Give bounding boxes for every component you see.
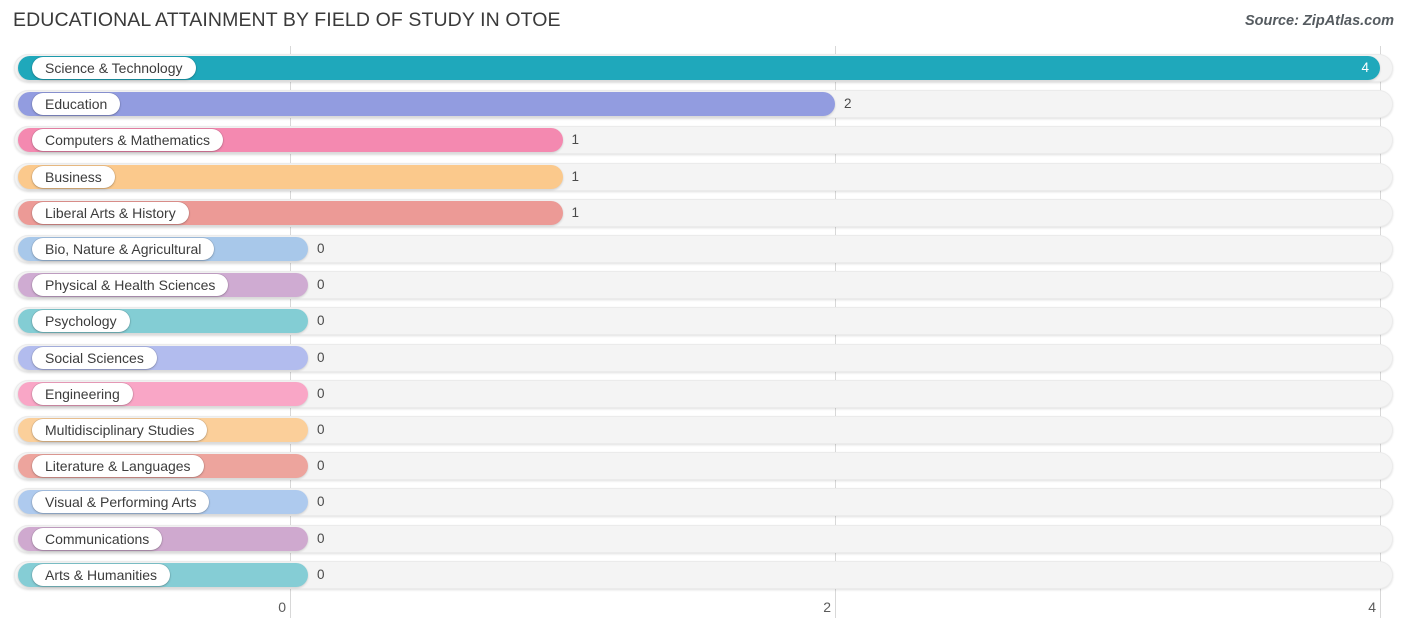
category-label: Arts & Humanities: [32, 563, 171, 586]
bar-row[interactable]: 0 Visual & Performing Arts: [14, 488, 1393, 517]
category-label: Visual & Performing Arts: [32, 491, 210, 514]
bar-value-label: 0: [317, 422, 325, 437]
axis-tick-mark: [835, 596, 836, 618]
bar-row[interactable]: 0 Physical & Health Sciences: [14, 271, 1393, 300]
chart-plot-area: 4 Science & Technology 2 Education 1 Computer…: [0, 46, 1406, 596]
bar-row[interactable]: 0 Psychology: [14, 307, 1393, 336]
chart-header: EDUCATIONAL ATTAINMENT BY FIELD OF STUDY…: [0, 0, 1406, 46]
category-label: Science & Technology: [32, 57, 196, 79]
axis-tick-label: 2: [823, 599, 831, 615]
bar-value-label: 0: [317, 277, 325, 293]
category-label: Liberal Arts & History: [32, 201, 189, 224]
axis-tick-mark: [1380, 596, 1381, 618]
bar-value-label: 0: [317, 349, 325, 365]
category-label: Education: [32, 93, 121, 116]
category-label: Social Sciences: [32, 346, 157, 369]
bar-value-label: 1: [571, 132, 580, 148]
category-label: Literature & Languages: [32, 455, 204, 478]
bar-value-label: 0: [317, 494, 325, 510]
x-axis: 0 2 4: [0, 596, 1406, 631]
category-label: Computers & Mathematics: [32, 129, 223, 152]
category-label: Multidisciplinary Studies: [32, 419, 208, 441]
bar-row[interactable]: 1 Business: [14, 162, 1393, 191]
bar-row[interactable]: 0 Arts & Humanities: [14, 560, 1393, 589]
bar-value-label: 0: [317, 385, 325, 401]
bar-value-label: 0: [317, 566, 325, 582]
bar-row[interactable]: 0 Bio, Nature & Agricultural: [14, 235, 1393, 263]
bar-value-label: 0: [317, 313, 325, 329]
category-label: Psychology: [32, 310, 130, 333]
axis-tick-label: 0: [278, 599, 286, 615]
bar: [18, 92, 835, 117]
bar: 4: [18, 56, 1380, 80]
bar-value-label: 1: [571, 168, 580, 184]
bar-row[interactable]: 0 Literature & Languages: [14, 452, 1393, 481]
bar-row[interactable]: 2 Education: [14, 90, 1393, 119]
category-label: Business: [32, 165, 115, 188]
bar-row[interactable]: 0 Multidisciplinary Studies: [14, 416, 1393, 444]
page-title: EDUCATIONAL ATTAINMENT BY FIELD OF STUDY…: [13, 9, 561, 31]
bar-row[interactable]: 0 Social Sciences: [14, 343, 1393, 372]
bar-row[interactable]: 4 Science & Technology: [14, 54, 1393, 82]
bar-row[interactable]: 0 Engineering: [14, 379, 1393, 408]
category-label: Physical & Health Sciences: [32, 274, 229, 297]
category-label: Bio, Nature & Agricultural: [32, 238, 215, 260]
axis-tick-label: 4: [1368, 599, 1376, 615]
category-label: Engineering: [32, 382, 133, 405]
bar-value-label: 0: [317, 241, 325, 256]
source-attribution: Source: ZipAtlas.com: [1244, 13, 1394, 29]
bar-value-label: 1: [571, 204, 580, 220]
axis-tick-mark: [290, 596, 291, 618]
bar-row[interactable]: 0 Communications: [14, 524, 1393, 553]
category-label: Communications: [32, 527, 163, 550]
bar-value-label: 2: [844, 96, 852, 112]
bar-value-label: 0: [317, 458, 325, 474]
bar-row[interactable]: 1 Computers & Mathematics: [14, 126, 1393, 155]
bar-value-label: 0: [317, 530, 325, 546]
bar-row[interactable]: 1 Liberal Arts & History: [14, 198, 1393, 227]
bar-value-label: 4: [1361, 60, 1369, 75]
